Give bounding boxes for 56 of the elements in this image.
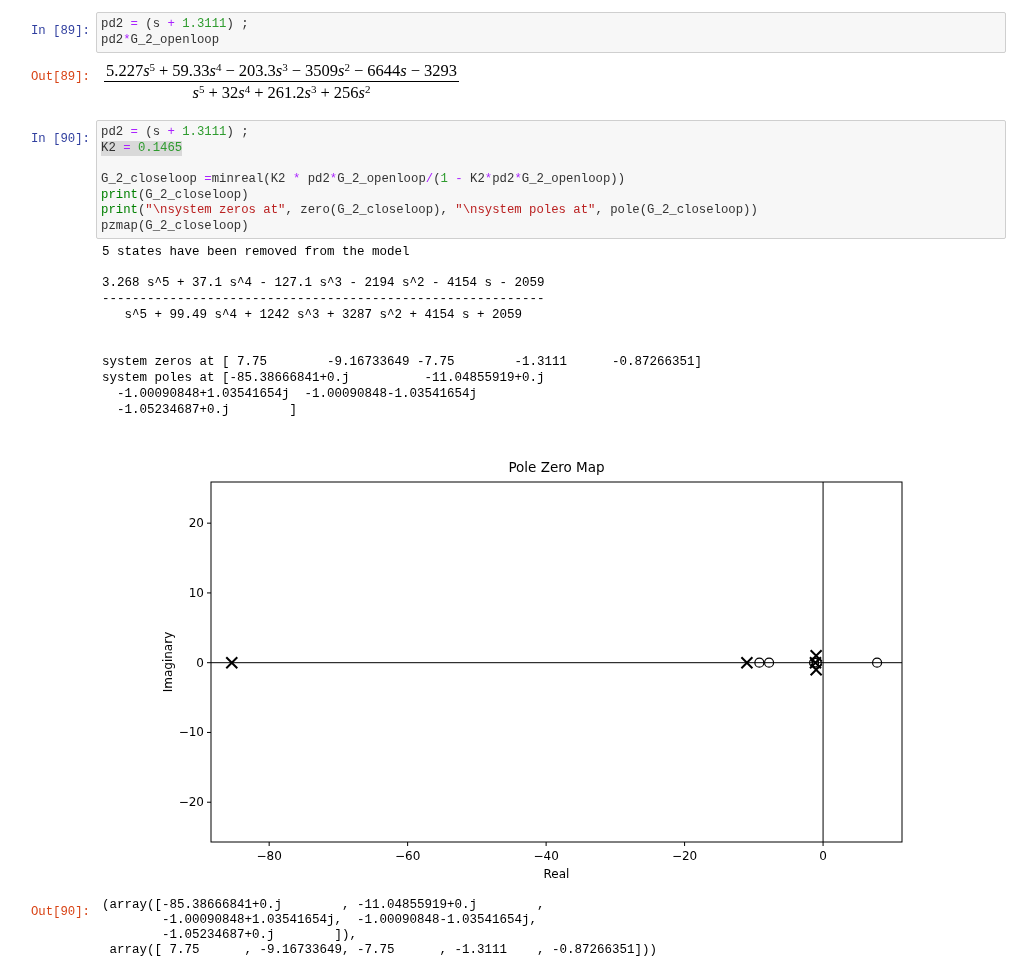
input-prompt: In [90]: [30, 132, 90, 147]
code-line: pd2*G_2_openloop [101, 32, 220, 49]
tick-label: 20 [188, 516, 204, 531]
tick-mark [206, 662, 212, 664]
pole-marker [225, 656, 239, 670]
output-prompt: Out[90]: [30, 905, 90, 920]
output-line: -1.05234687+0.j ] [116, 402, 298, 419]
code-line: pzmap(G_2_closeloop) [101, 218, 249, 235]
zero-marker [754, 657, 765, 669]
output-line: system zeros at [ 7.75 -9.16733649 -7.75 -1.3111 -0.87266351] [102, 354, 703, 371]
tick-mark [684, 841, 686, 847]
tick-label: −20 [178, 795, 204, 810]
output-line: system poles at [-85.38666841+0.j -11.04855919+0.j [102, 370, 545, 387]
output-line: 5 states have been removed from the model [102, 244, 410, 261]
tick-mark [268, 841, 270, 847]
output-line: (array([-85.38666841+0.j , -11.04855919+0.j , [102, 898, 545, 914]
output-line: 3.268 s^5 + 37.1 s^4 - 127.1 s^3 - 2194 s^2 - 4154 s - 2059 [102, 275, 545, 292]
math-fraction: 5.227s$^{5}$ + 59.33s$^{4}$ − 203.3s$^{3}$ − 3509s$^{2}$ − 6644s − 3293 s$^{5}$ + 32s$^{4}$ + 261.2s$^{3}$ + 256s$^{2}$ [104, 61, 460, 103]
output-prompt: Out[89]: [30, 70, 90, 85]
code-line: print("\nsystem zeros at", zero(G_2_closeloop), "\nsystem poles at", pole(G_2_closeloop)) [101, 203, 758, 219]
tick-mark [206, 592, 212, 594]
tick-label: −10 [178, 725, 204, 740]
zero-marker [763, 657, 775, 669]
tick-label: −40 [533, 849, 559, 864]
code-cell[interactable]: pd2 = (s + 1.3111) ; pd2*G_2_openloop [96, 12, 1006, 54]
output-line: -1.05234687+0.j ]), [161, 928, 358, 944]
tick-label: −60 [394, 849, 421, 864]
code-cell[interactable] [96, 120, 1006, 240]
tick-label: 0 [196, 656, 204, 671]
tick-mark [206, 523, 212, 524]
tick-mark [407, 841, 409, 847]
tick-mark [822, 841, 824, 847]
code-line: G_2_closeloop =minreal(K2 * pd2*G_2_openloop/(1 - K2*pd2*G_2_openloop)) [101, 171, 626, 188]
pole-marker [809, 663, 823, 677]
output-line: -1.00090848+1.03541654j -1.00090848-1.03541654j [116, 386, 478, 403]
tick-label: 10 [188, 586, 204, 601]
tick-mark [206, 732, 212, 734]
pole-marker [809, 649, 823, 663]
axis-title: Imaginary [161, 632, 175, 693]
code-line: pd2 = (s + 1.3111) ; [101, 125, 249, 141]
code-line: pd2 = (s + 1.3111) ; [101, 17, 249, 33]
pole-marker [740, 656, 754, 670]
output-line: -1.00090848+1.03541654j, -1.00090848-1.03541654j, [161, 913, 538, 929]
tick-mark [206, 802, 212, 804]
code-line: print(G_2_closeloop) [101, 187, 249, 204]
chart-title: Pole Zero Map [508, 459, 605, 476]
output-line: ----------------------------------------------------------- [102, 291, 545, 308]
tick-label: −20 [671, 849, 698, 864]
output-line: s^5 + 99.49 s^4 + 1242 s^3 + 3287 s^2 + 4154 s + 2059 [123, 307, 523, 324]
zero-marker [871, 657, 883, 669]
tick-label: −80 [256, 849, 282, 864]
tick-mark [545, 841, 547, 847]
axis-title: Real [543, 867, 570, 882]
input-prompt: In [89]: [30, 24, 90, 38]
tick-label: 0 [819, 849, 827, 864]
output-line: array([ 7.75 , -9.16733649, -7.75 , -1.3111 , -0.87266351])) [108, 943, 658, 959]
